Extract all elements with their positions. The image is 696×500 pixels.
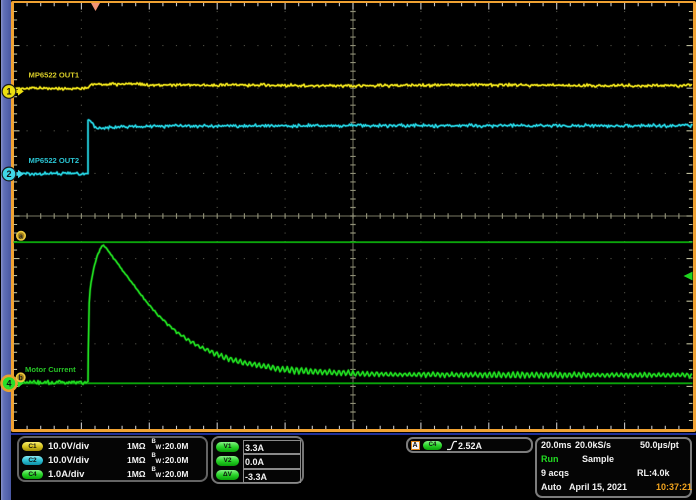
svg-text:a: a [19,233,23,240]
svg-text:Motor Current: Motor Current [25,365,76,374]
svg-text:MP6522 OUT2: MP6522 OUT2 [29,156,80,165]
svg-text:4: 4 [6,379,11,389]
svg-text:MP6522 OUT1: MP6522 OUT1 [29,71,80,80]
svg-text:b: b [19,375,23,382]
svg-text:1: 1 [6,87,11,97]
svg-text:2: 2 [6,169,11,179]
